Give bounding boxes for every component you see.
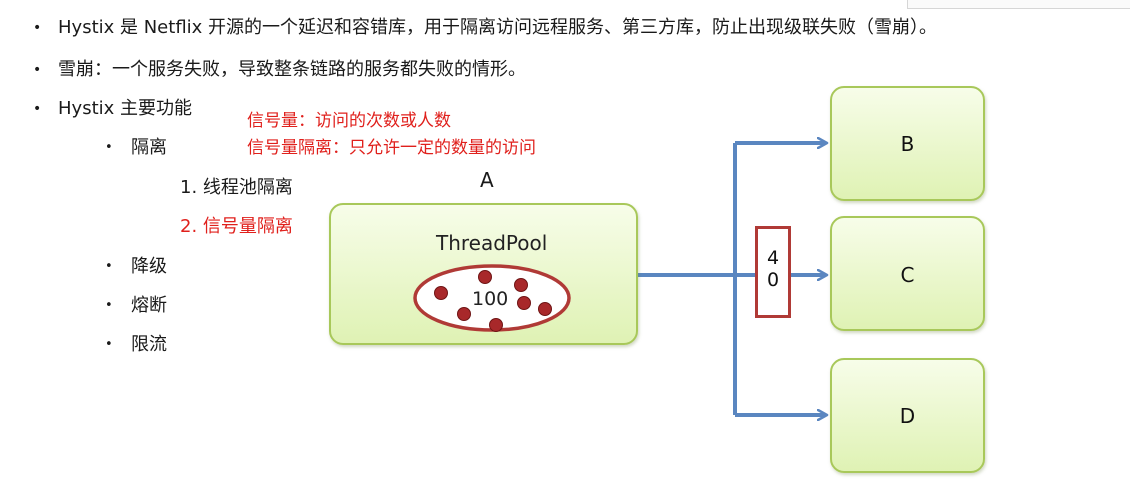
thread-dot bbox=[434, 286, 448, 300]
service-c-box: C bbox=[830, 216, 985, 331]
semaphore-digit: 4 bbox=[766, 247, 780, 269]
thread-dot bbox=[538, 302, 552, 316]
semaphore-digit: 0 bbox=[766, 269, 780, 291]
thread-dot bbox=[457, 307, 471, 321]
thread-pool-count: 100 bbox=[472, 288, 509, 310]
service-a-label: A bbox=[480, 168, 494, 192]
thread-dot bbox=[517, 296, 531, 310]
service-d-box: D bbox=[830, 358, 985, 473]
semaphore-counter-box: 4 0 bbox=[755, 226, 791, 318]
service-b-box: B bbox=[830, 86, 985, 201]
service-a-box: ThreadPool 100 bbox=[329, 203, 638, 345]
thread-dot bbox=[489, 318, 503, 332]
service-b-label: B bbox=[900, 132, 915, 156]
thread-dot bbox=[514, 278, 528, 292]
thread-dot bbox=[478, 270, 492, 284]
service-d-label: D bbox=[899, 404, 916, 428]
thread-pool-title: ThreadPool bbox=[436, 231, 548, 255]
service-c-label: C bbox=[900, 263, 915, 287]
